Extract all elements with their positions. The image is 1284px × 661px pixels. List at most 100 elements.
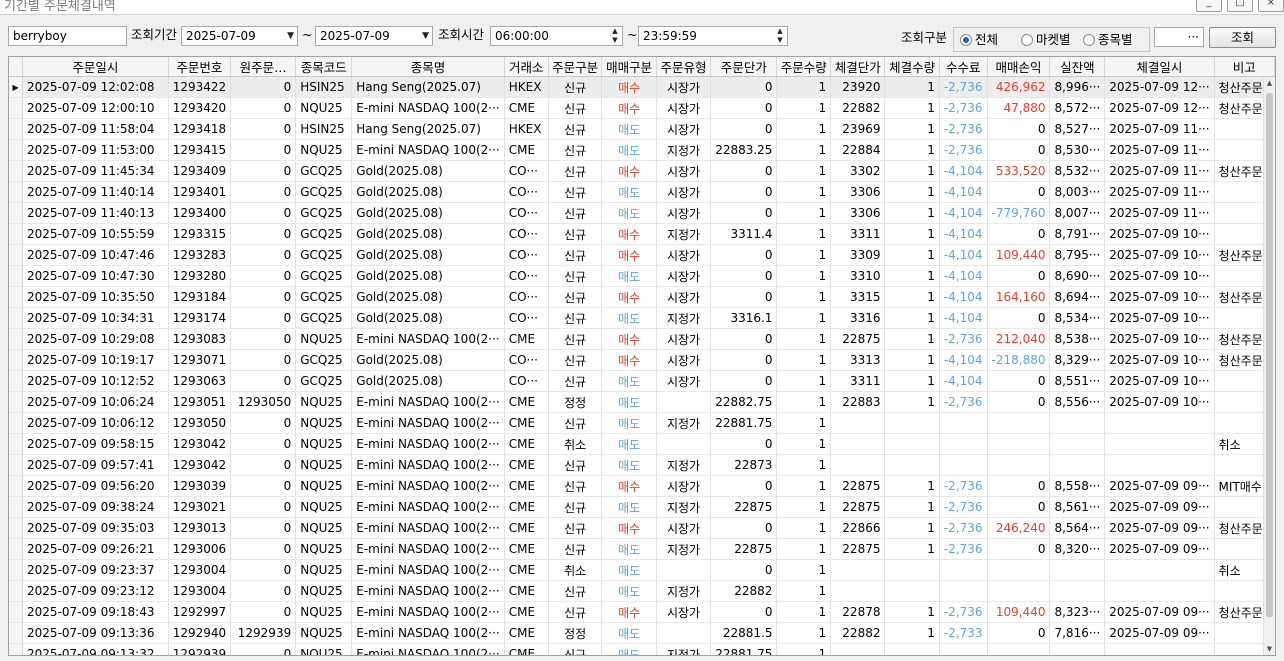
table-cell: 신규 <box>548 76 603 98</box>
row-indicator[interactable] <box>9 454 24 476</box>
time-from-spinner[interactable]: 06:00:00 ▲ ▼ <box>490 26 623 46</box>
account-input[interactable]: berryboy <box>8 26 127 46</box>
row-indicator[interactable] <box>9 475 24 497</box>
row-indicator[interactable] <box>9 118 24 140</box>
row-indicator[interactable] <box>9 286 24 308</box>
scroll-up-icon[interactable]: ▲ <box>1264 77 1275 89</box>
scroll-down-icon[interactable]: ▼ <box>1264 643 1275 655</box>
row-indicator[interactable] <box>9 265 24 287</box>
column-header[interactable]: 주문수량 <box>776 57 832 77</box>
column-header[interactable]: 주문번호 <box>168 57 232 77</box>
table-row[interactable]: 2025-07-09 10:47:46 1293283 0 GCQ25 Gold(202… <box>9 244 1275 266</box>
row-indicator[interactable] <box>9 244 24 266</box>
column-header[interactable]: 체결단가 <box>830 57 886 77</box>
row-indicator[interactable] <box>9 370 24 392</box>
row-indicator[interactable] <box>9 580 24 602</box>
row-indicator[interactable] <box>9 391 24 413</box>
spin-arrows-icon[interactable]: ▲ ▼ <box>610 27 620 45</box>
scroll-thumb[interactable] <box>1266 93 1273 617</box>
column-header[interactable]: 주문구분 <box>548 57 603 77</box>
column-header[interactable]: 종목코드 <box>295 57 353 77</box>
table-row[interactable]: 2025-07-09 09:26:21 1293006 0 NQU25 E-mini N… <box>9 538 1275 560</box>
column-header[interactable]: 비고 <box>1214 57 1275 77</box>
table-row[interactable]: 2025-07-09 09:58:15 1293042 0 NQU25 E-mini N… <box>9 433 1275 455</box>
column-header[interactable]: 매매구분 <box>601 57 657 77</box>
table-cell: NQU25 <box>295 433 353 455</box>
table-row[interactable]: 2025-07-09 10:55:59 1293315 0 GCQ25 Gold(202… <box>9 223 1275 245</box>
chevron-down-icon[interactable]: ▼ <box>287 27 294 45</box>
row-indicator[interactable] <box>9 622 24 644</box>
row-indicator[interactable] <box>9 433 24 455</box>
spin-arrows-icon[interactable]: ▲ ▼ <box>775 27 785 45</box>
search-button[interactable]: 조회 <box>1209 27 1276 48</box>
table-row[interactable]: 2025-07-09 09:23:12 1293004 0 NQU25 E-mini N… <box>9 580 1275 602</box>
row-indicator[interactable] <box>9 160 24 182</box>
table-row[interactable]: ▶ 2025-07-09 12:02:08 1293422 0 HSIN25 Hang S… <box>9 76 1275 98</box>
column-header[interactable]: 주문유형 <box>656 57 712 77</box>
symbol-input[interactable]: ··· <box>1154 27 1204 47</box>
table-row[interactable]: 2025-07-09 09:18:43 1292997 0 NQU25 E-mini N… <box>9 601 1275 623</box>
vertical-scrollbar[interactable]: ▲ ▼ <box>1263 77 1275 655</box>
column-header[interactable]: 거래소 <box>504 57 549 77</box>
table-row[interactable]: 2025-07-09 11:45:34 1293409 0 GCQ25 Gold(202… <box>9 160 1275 182</box>
chevron-down-icon[interactable]: ▼ <box>422 27 429 45</box>
row-indicator[interactable] <box>9 97 24 119</box>
row-indicator[interactable] <box>9 202 24 224</box>
table-row[interactable]: 2025-07-09 09:35:03 1293013 0 NQU25 E-mini N… <box>9 517 1275 539</box>
date-from-picker[interactable]: 2025-07-09 ▼ <box>181 26 298 46</box>
close-button[interactable]: × <box>1258 0 1284 12</box>
table-row[interactable]: 2025-07-09 09:38:24 1293021 0 NQU25 E-mini N… <box>9 496 1275 518</box>
table-row[interactable]: 2025-07-09 10:47:30 1293280 0 GCQ25 Gold(202… <box>9 265 1275 287</box>
row-indicator[interactable] <box>9 328 24 350</box>
column-header[interactable]: 수수료 <box>939 57 988 77</box>
table-row[interactable]: 2025-07-09 10:06:12 1293050 0 NQU25 E-mini N… <box>9 412 1275 434</box>
row-indicator[interactable] <box>9 139 24 161</box>
column-header[interactable]: 주문일시 <box>22 57 169 77</box>
radio-all[interactable]: 전체 <box>960 32 998 47</box>
column-header[interactable]: 체결일시 <box>1104 57 1215 77</box>
date-to-picker[interactable]: 2025-07-09 ▼ <box>315 26 433 46</box>
row-indicator[interactable] <box>9 538 24 560</box>
radio-symbol[interactable]: 종목별 <box>1083 32 1133 47</box>
table-cell: 1 <box>884 139 940 161</box>
table-row[interactable]: 2025-07-09 09:57:41 1293042 0 NQU25 E-mini N… <box>9 454 1275 476</box>
table-row[interactable]: 2025-07-09 12:00:10 1293420 0 NQU25 E-mini N… <box>9 97 1275 119</box>
radio-market[interactable]: 마켓별 <box>1021 32 1071 47</box>
column-header[interactable]: 체결수량 <box>884 57 940 77</box>
table-row[interactable]: 2025-07-09 10:29:08 1293083 0 NQU25 E-mini N… <box>9 328 1275 350</box>
row-indicator[interactable] <box>9 307 24 329</box>
column-header[interactable]: 종목명 <box>351 57 505 77</box>
column-header[interactable]: 매매손익 <box>987 57 1051 77</box>
table-row[interactable]: 2025-07-09 09:13:32 1292939 0 NQU25 E-mini N… <box>9 643 1275 655</box>
table-row[interactable]: 2025-07-09 10:19:17 1293071 0 GCQ25 Gold(202… <box>9 349 1275 371</box>
table-row[interactable]: 2025-07-09 11:58:04 1293418 0 HSIN25 Hang Se… <box>9 118 1275 140</box>
table-row[interactable]: 2025-07-09 11:40:13 1293400 0 GCQ25 Gold(202… <box>9 202 1275 224</box>
table-row[interactable]: 2025-07-09 10:34:31 1293174 0 GCQ25 Gold(202… <box>9 307 1275 329</box>
row-indicator[interactable] <box>9 496 24 518</box>
table-row[interactable]: 2025-07-09 09:56:20 1293039 0 NQU25 E-mini N… <box>9 475 1275 497</box>
minimize-button[interactable]: _ <box>1196 0 1222 12</box>
table-row[interactable]: 2025-07-09 10:12:52 1293063 0 GCQ25 Gold(202… <box>9 370 1275 392</box>
row-indicator[interactable] <box>9 601 24 623</box>
table-row[interactable]: 2025-07-09 09:23:37 1293004 0 NQU25 E-mini N… <box>9 559 1275 581</box>
table-row[interactable]: 2025-07-09 10:06:24 1293051 1293050 NQU25 E-… <box>9 391 1275 413</box>
column-header[interactable]: 원주문… <box>230 57 297 77</box>
table-row[interactable]: 2025-07-09 09:13:36 1292940 1292939 NQU25 E-… <box>9 622 1275 644</box>
row-indicator[interactable] <box>9 559 24 581</box>
table-row[interactable]: 2025-07-09 11:40:14 1293401 0 GCQ25 Gold(202… <box>9 181 1275 203</box>
row-indicator[interactable] <box>9 517 24 539</box>
table-row[interactable]: 2025-07-09 11:53:00 1293415 0 NQU25 E-mini N… <box>9 139 1275 161</box>
row-indicator[interactable] <box>9 349 24 371</box>
column-header[interactable]: 실잔액 <box>1049 57 1106 77</box>
row-indicator[interactable] <box>9 181 24 203</box>
current-row-indicator-icon[interactable]: ▶ <box>9 76 24 98</box>
table-row[interactable]: 2025-07-09 10:35:50 1293184 0 GCQ25 Gold(202… <box>9 286 1275 308</box>
row-indicator[interactable] <box>9 223 24 245</box>
row-indicator[interactable] <box>9 643 24 655</box>
column-header[interactable]: 주문단가 <box>710 57 778 77</box>
table-cell: 1 <box>776 286 832 308</box>
row-indicator[interactable] <box>9 412 24 434</box>
table-cell: 22882 <box>830 97 886 119</box>
maximize-button[interactable]: □ <box>1227 0 1253 12</box>
time-to-spinner[interactable]: 23:59:59 ▲ ▼ <box>638 26 788 46</box>
